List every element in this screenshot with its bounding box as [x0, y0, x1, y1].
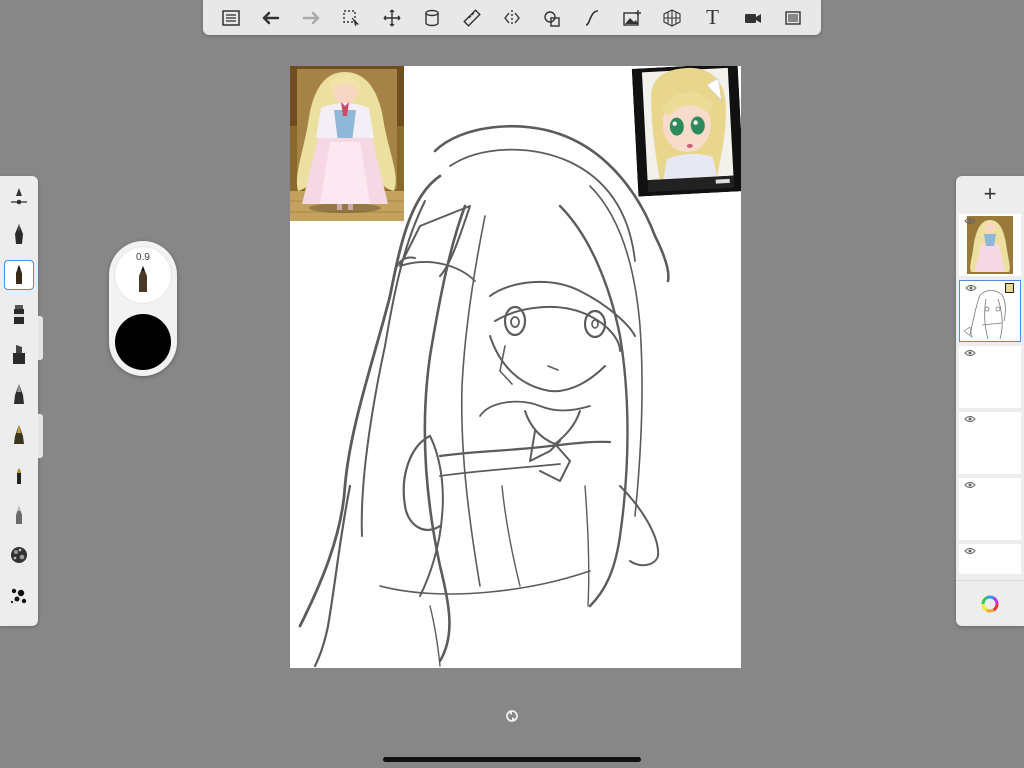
layer-stack-icon[interactable]: [418, 4, 446, 32]
panel-resize-handle[interactable]: [38, 316, 43, 360]
paint-brush-icon[interactable]: [4, 460, 34, 490]
ruler-icon[interactable]: [458, 4, 486, 32]
soft-brush-icon[interactable]: [4, 500, 34, 530]
transform-move-icon[interactable]: [378, 4, 406, 32]
fountain-pen-icon[interactable]: [4, 380, 34, 410]
text-icon[interactable]: T: [699, 4, 727, 32]
pencil-icon: [139, 266, 147, 292]
brush-size-control[interactable]: 0.9: [114, 246, 172, 304]
undo-icon[interactable]: [257, 4, 285, 32]
empty-layer[interactable]: [959, 346, 1021, 408]
record-video-icon[interactable]: [739, 4, 767, 32]
eye-icon[interactable]: [964, 415, 976, 423]
symmetry-icon[interactable]: [498, 4, 526, 32]
shape-icon[interactable]: [538, 4, 566, 32]
drawing-canvas[interactable]: [290, 66, 741, 668]
brush-size-value: 0.9: [136, 252, 150, 263]
color-wheel-icon: [981, 595, 999, 613]
empty-layer[interactable]: [959, 412, 1021, 474]
reference-image-full-body[interactable]: [290, 66, 404, 221]
marker-icon[interactable]: [4, 300, 34, 330]
reference-image-layer[interactable]: [959, 214, 1021, 276]
redo-icon[interactable]: [297, 4, 325, 32]
layers-panel: +: [956, 176, 1024, 626]
brush-library-panel: [0, 176, 38, 626]
sketch-layer[interactable]: [959, 280, 1021, 342]
selection-icon[interactable]: [337, 4, 365, 32]
airbrush-icon[interactable]: [4, 420, 34, 450]
reset-view-icon[interactable]: [505, 709, 519, 723]
pencil-icon[interactable]: [4, 260, 34, 290]
empty-layer[interactable]: [959, 478, 1021, 540]
pen-icon[interactable]: [4, 220, 34, 250]
color-swatch[interactable]: [115, 314, 171, 370]
chisel-marker-icon[interactable]: [4, 340, 34, 370]
empty-layer[interactable]: [959, 544, 1021, 574]
texture-brush-icon[interactable]: [4, 540, 34, 570]
splatter-brush-icon[interactable]: [4, 580, 34, 610]
reference-image-face[interactable]: [631, 66, 741, 197]
eye-icon[interactable]: [964, 547, 976, 555]
panel-resize-handle[interactable]: [38, 414, 43, 458]
home-indicator[interactable]: [383, 757, 641, 762]
add-image-icon[interactable]: [618, 4, 646, 32]
add-layer-button[interactable]: +: [956, 176, 1024, 212]
brush-settings-icon[interactable]: [4, 180, 34, 210]
gallery-list-icon[interactable]: [217, 4, 245, 32]
fullscreen-icon[interactable]: [779, 4, 807, 32]
top-toolbar: T: [203, 0, 821, 35]
eye-icon[interactable]: [965, 284, 977, 292]
text-glyph: T: [706, 5, 719, 29]
perspective-grid-icon[interactable]: [658, 4, 686, 32]
curve-icon[interactable]: [578, 4, 606, 32]
eye-icon[interactable]: [964, 481, 976, 489]
eye-icon[interactable]: [964, 349, 976, 357]
eye-icon[interactable]: [964, 217, 976, 225]
color-wheel-button[interactable]: [956, 580, 1024, 627]
brush-puck: 0.9: [109, 241, 177, 376]
